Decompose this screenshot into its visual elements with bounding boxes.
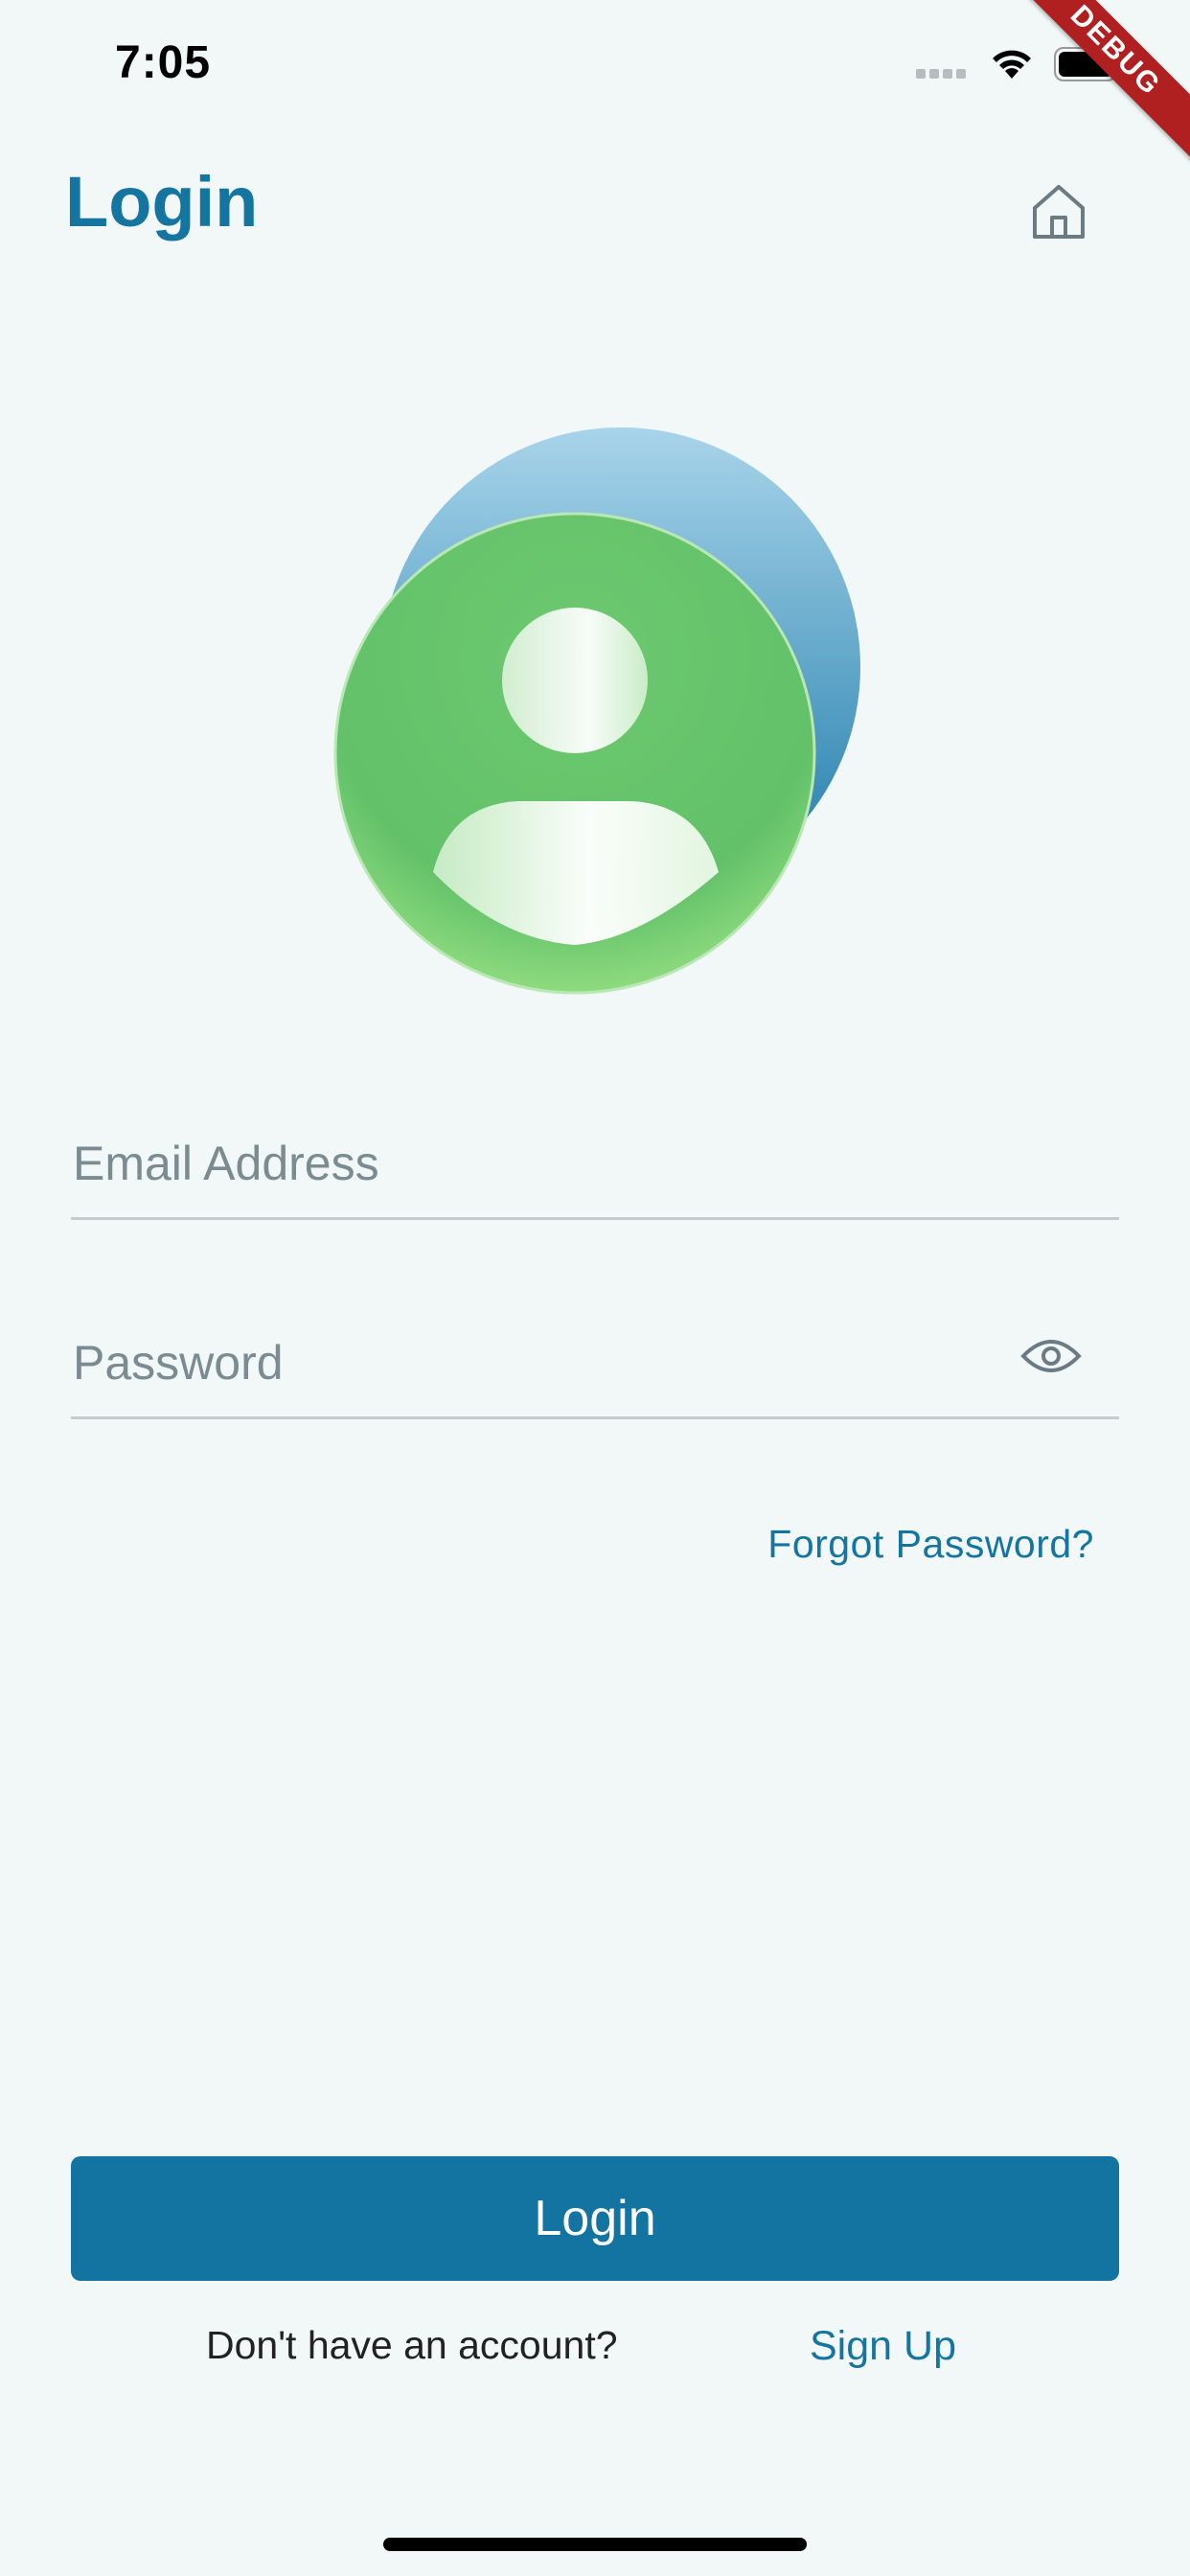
home-icon (1033, 185, 1085, 239)
home-indicator[interactable] (383, 2538, 807, 2551)
signup-link[interactable]: Sign Up (810, 2323, 956, 2370)
eye-icon (1020, 1340, 1082, 1372)
signal-dot (916, 69, 926, 79)
password-input[interactable] (71, 1328, 995, 1397)
page-title: Login (65, 162, 259, 242)
home-button[interactable] (1020, 172, 1097, 249)
avatar-illustration (326, 422, 881, 1016)
email-input[interactable] (71, 1129, 995, 1198)
signal-dot (956, 69, 966, 79)
signal-dot (943, 69, 952, 79)
email-field[interactable] (71, 1102, 1119, 1220)
password-field[interactable] (71, 1301, 1119, 1419)
signup-prompt: Don't have an account? (206, 2323, 618, 2367)
wifi-icon (993, 50, 1031, 79)
forgot-password-link[interactable]: Forgot Password? (767, 1522, 1094, 1567)
signal-dot (929, 69, 939, 79)
toggle-password-visibility-button[interactable] (1019, 1332, 1083, 1380)
user-icon (333, 427, 860, 995)
login-button[interactable]: Login (71, 2156, 1119, 2281)
status-time: 7:05 (115, 37, 212, 88)
